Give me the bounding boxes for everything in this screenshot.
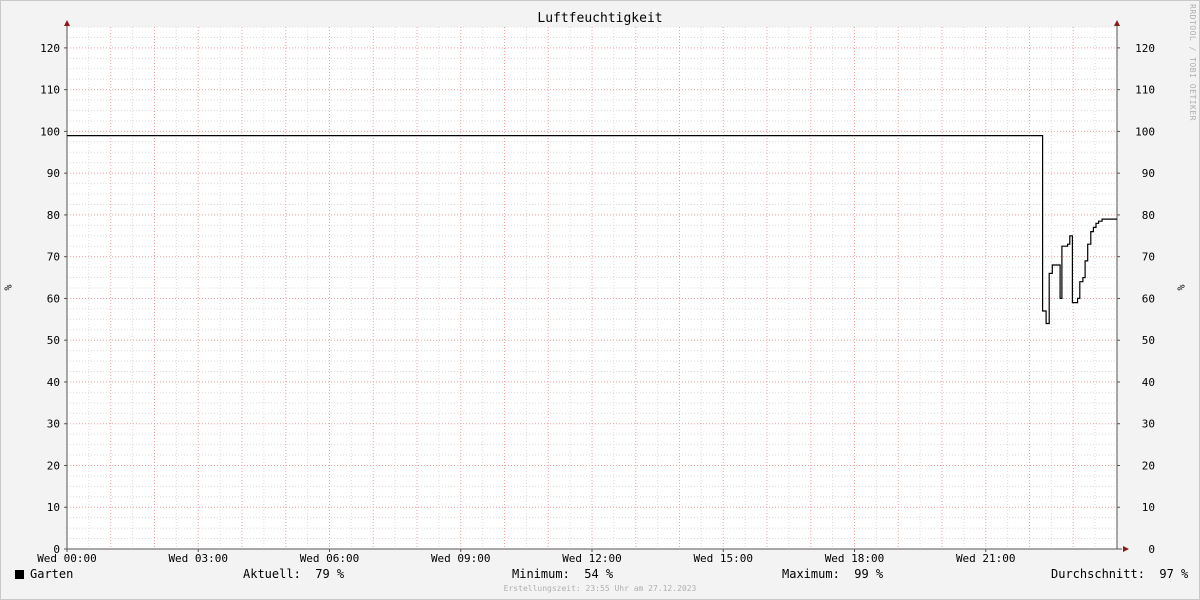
y-tick-label-left: 10: [47, 501, 60, 514]
y-tick-label-right: 30: [1142, 418, 1155, 431]
x-tick-label: Wed 06:00: [300, 552, 360, 565]
y-tick-label-left: 30: [47, 418, 60, 431]
stat-minimum: Minimum: 54 %: [512, 567, 614, 581]
x-axis-arrow-icon: [1123, 546, 1129, 552]
x-tick-label: Wed 18:00: [825, 552, 885, 565]
footer-timestamp: Erstellungszeit: 23:55 Uhr am 27.12.2023: [503, 584, 697, 593]
y-tick-label-right: 110: [1135, 84, 1155, 97]
y-tick-label-left: 60: [47, 292, 60, 305]
y-tick-label-right: 0: [1148, 543, 1155, 556]
y-tick-label-left: 50: [47, 334, 60, 347]
y-tick-label-right: 10: [1142, 501, 1155, 514]
y-tick-label-left: 100: [40, 125, 60, 138]
y-tick-label-left: 20: [47, 459, 60, 472]
stat-current: Aktuell: 79 %: [243, 567, 345, 581]
x-tick-label: Wed 12:00: [562, 552, 622, 565]
y-tick-label-left: 80: [47, 209, 60, 222]
y-tick-label-right: 80: [1142, 209, 1155, 222]
x-tick-label: Wed 03:00: [168, 552, 228, 565]
y-tick-label-right: 60: [1142, 292, 1155, 305]
y-axis-arrow-left-icon: [64, 20, 70, 26]
legend-swatch: [15, 570, 24, 579]
y-tick-label-left: 90: [47, 167, 60, 180]
legend: Garten Aktuell: 79 % Minimum: 54 % Maxim…: [0, 567, 1200, 585]
y-tick-label-right: 40: [1142, 376, 1155, 389]
y-tick-label-left: 120: [40, 42, 60, 55]
stat-average: Durchschnitt: 97 %: [1051, 567, 1189, 581]
y-tick-label-right: 50: [1142, 334, 1155, 347]
y-tick-label-left: 70: [47, 251, 60, 264]
legend-series-name: Garten: [30, 567, 74, 581]
y-tick-label-right: 120: [1135, 42, 1155, 55]
x-tick-label: Wed 00:00: [37, 552, 97, 565]
x-tick-label: Wed 21:00: [956, 552, 1016, 565]
y-tick-label-right: 70: [1142, 251, 1155, 264]
stat-maximum: Maximum: 99 %: [782, 567, 884, 581]
y-tick-label-left: 110: [40, 84, 60, 97]
x-tick-label: Wed 09:00: [431, 552, 491, 565]
y-tick-label-right: 20: [1142, 459, 1155, 472]
x-tick-label: Wed 15:00: [693, 552, 753, 565]
y-tick-label-right: 100: [1135, 125, 1155, 138]
y-tick-label-right: 90: [1142, 167, 1155, 180]
y-axis-arrow-right-icon: [1114, 20, 1120, 26]
humidity-chart: 0 010 1020 2030 3040 4050 5060 6070 7080 8090 9010…: [37, 20, 1155, 565]
y-tick-label-left: 40: [47, 376, 60, 389]
